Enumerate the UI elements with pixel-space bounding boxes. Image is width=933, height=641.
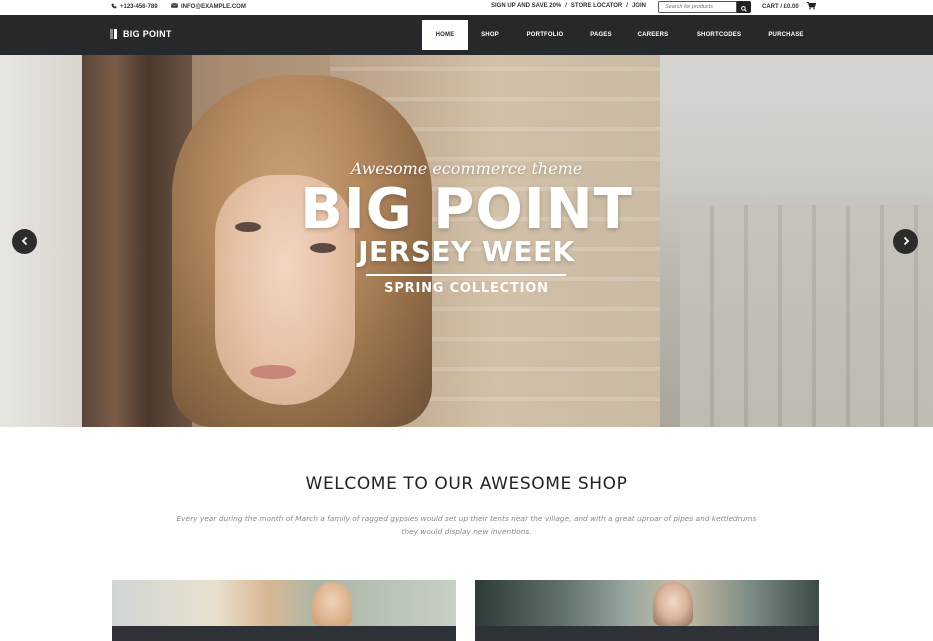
main-navbar: BIG POINT HOME SHOP PORTFOLIO PAGES CARE… [0,15,933,55]
welcome-description: Every year during the month of March a f… [176,514,757,536]
featured-model-image [653,582,693,626]
featured-model-image [312,582,352,626]
store-locator-link[interactable]: STORE LOCATOR [571,3,622,9]
featured-banner-left[interactable] [112,580,456,641]
hero-tagline: Awesome ecommerce theme [350,159,583,178]
link-separator: / [626,3,628,9]
link-separator: / [565,3,567,9]
featured-banner-image [112,580,456,626]
nav-portfolio[interactable]: PORTFOLIO [518,20,572,50]
utility-links: SIGN UP AND SAVE 20% / STORE LOCATOR / J… [491,3,646,9]
search-icon [741,0,747,15]
hero-subheadline: JERSEY WEEK [358,235,575,268]
hero-slider[interactable]: Awesome ecommerce theme BIG POINT JERSEY… [0,55,933,427]
cart-icon [806,2,816,12]
hero-caption: Awesome ecommerce theme BIG POINT JERSEY… [0,55,933,427]
nav-shortcodes[interactable]: SHORTCODES [688,20,750,50]
search-input[interactable] [658,1,737,13]
cart-total: CART / £0.00 [762,4,799,10]
nav-purchase[interactable]: PURCHASE [761,20,811,50]
nav-home[interactable]: HOME [422,20,468,50]
join-link[interactable]: JOIN [632,3,646,9]
featured-banner-caption-bar [112,626,456,641]
featured-banner-image [475,580,819,626]
nav-pages[interactable]: PAGES [583,20,619,50]
phone-contact[interactable]: +123-456-789 [111,3,158,11]
phone-number: +123-456-789 [120,4,158,10]
email-contact[interactable]: INFO@EXAMPLE.COM [171,3,246,10]
chevron-right-icon [901,233,911,251]
site-logo[interactable]: BIG POINT [110,29,172,39]
envelope-icon [171,3,178,10]
product-search [658,1,751,13]
hero-collection-label: SPRING COLLECTION [384,281,549,296]
slider-next-button[interactable] [893,229,918,254]
brand-name: BIG POINT [123,29,172,39]
featured-banner-caption-bar [475,626,819,641]
cart-link[interactable]: CART / £0.00 [762,2,816,12]
welcome-heading: WELCOME TO OUR AWESOME SHOP [305,474,628,494]
nav-shop[interactable]: SHOP [473,20,507,50]
email-address: INFO@EXAMPLE.COM [181,3,246,10]
hero-headline: BIG POINT [300,177,633,242]
top-utility-bar: +123-456-789 INFO@EXAMPLE.COM SIGN UP AN… [0,0,933,15]
slider-prev-button[interactable] [12,229,37,254]
hero-divider [366,274,566,276]
nav-careers[interactable]: CAREERS [630,20,676,50]
search-button[interactable] [737,1,751,13]
logo-icon [110,29,118,39]
phone-icon [111,3,117,11]
featured-banner-right[interactable] [475,580,819,641]
chevron-left-icon [20,233,30,251]
signup-link[interactable]: SIGN UP AND SAVE 20% [491,3,561,9]
